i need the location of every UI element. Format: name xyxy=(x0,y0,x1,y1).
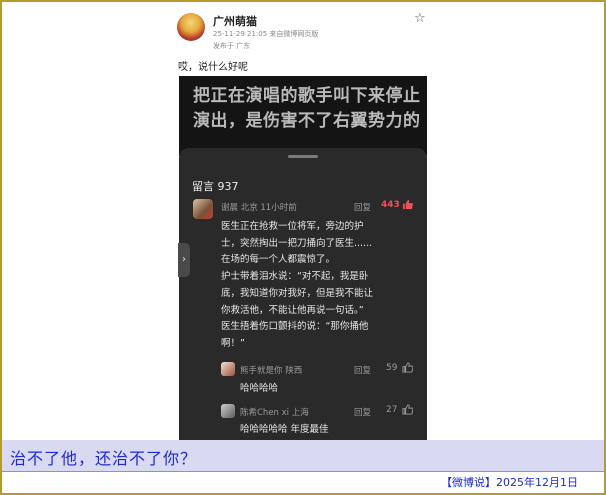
reply-button[interactable]: 回复 xyxy=(354,201,371,213)
thumbs-up-icon[interactable] xyxy=(402,404,414,418)
like-count: 59 xyxy=(386,363,398,373)
reply-user[interactable]: 熊手就是你 陕西 xyxy=(240,364,302,376)
reply-user[interactable]: 陈希Chen xi 上海 xyxy=(240,406,309,418)
reply-text: 哈哈哈哈 xyxy=(240,383,279,394)
avatar[interactable] xyxy=(193,199,213,219)
like-count: 443 xyxy=(381,200,400,210)
comment-line: 医生正在抢救一位将军，旁边的护 xyxy=(221,221,364,232)
comment-line: 在场的每一个人都震惊了。 xyxy=(221,254,336,266)
comment-line: 士，突然掏出一把刀捅向了医生...... xyxy=(221,237,373,249)
comment-line: 啊！” xyxy=(221,337,245,349)
comment-line: 医生捂着伤口颤抖的说：“那你捅他 xyxy=(221,321,369,333)
avatar[interactable] xyxy=(221,362,235,376)
post-location: 发布于 广东 xyxy=(213,42,251,50)
post-text: 哎，说什么好呢 xyxy=(178,62,248,73)
reply-button[interactable]: 回复 xyxy=(354,406,371,418)
banner-title: 治不了他，还治不了你？ xyxy=(10,449,198,468)
comment-line: 护士带着泪水说：“对不起，我是卧 xyxy=(221,271,369,283)
reply-text: 哈哈哈哈哈 年度最佳 xyxy=(240,424,329,435)
post-meta: 25-11-29 21:05 来自微博网页版 xyxy=(213,30,319,38)
comment-line: 你救活他，不能让他再说一句话。” xyxy=(221,304,364,316)
side-tab-chevron-icon[interactable]: › xyxy=(178,243,190,277)
star-icon[interactable]: ☆ xyxy=(414,12,428,26)
thumbs-up-icon[interactable] xyxy=(402,199,413,213)
comment-body: 医生正在抢救一位将军，旁边的护 士，突然掏出一把刀捅向了医生...... 在场的… xyxy=(221,219,421,353)
drag-handle[interactable] xyxy=(288,155,318,158)
avatar[interactable] xyxy=(221,404,235,418)
thumbs-up-icon[interactable] xyxy=(402,362,414,376)
like-count: 27 xyxy=(386,405,398,415)
comment-count: 留言 937 xyxy=(192,180,239,193)
author-name[interactable]: 广州萌猫 xyxy=(213,13,257,29)
comment-user[interactable]: 谢晨 北京 11小时前 xyxy=(221,201,297,213)
footer-text: 【微博说】2025年12月1日 xyxy=(441,476,578,489)
author-avatar[interactable] xyxy=(177,13,205,41)
reply-button[interactable]: 回复 xyxy=(354,364,371,376)
comment-line: 底，我知道你对我好，但是我不能让 xyxy=(221,287,374,299)
video-caption: 把正在演唱的歌手叫下来停止演出，是伤害不了右翼势力的 xyxy=(193,86,421,131)
